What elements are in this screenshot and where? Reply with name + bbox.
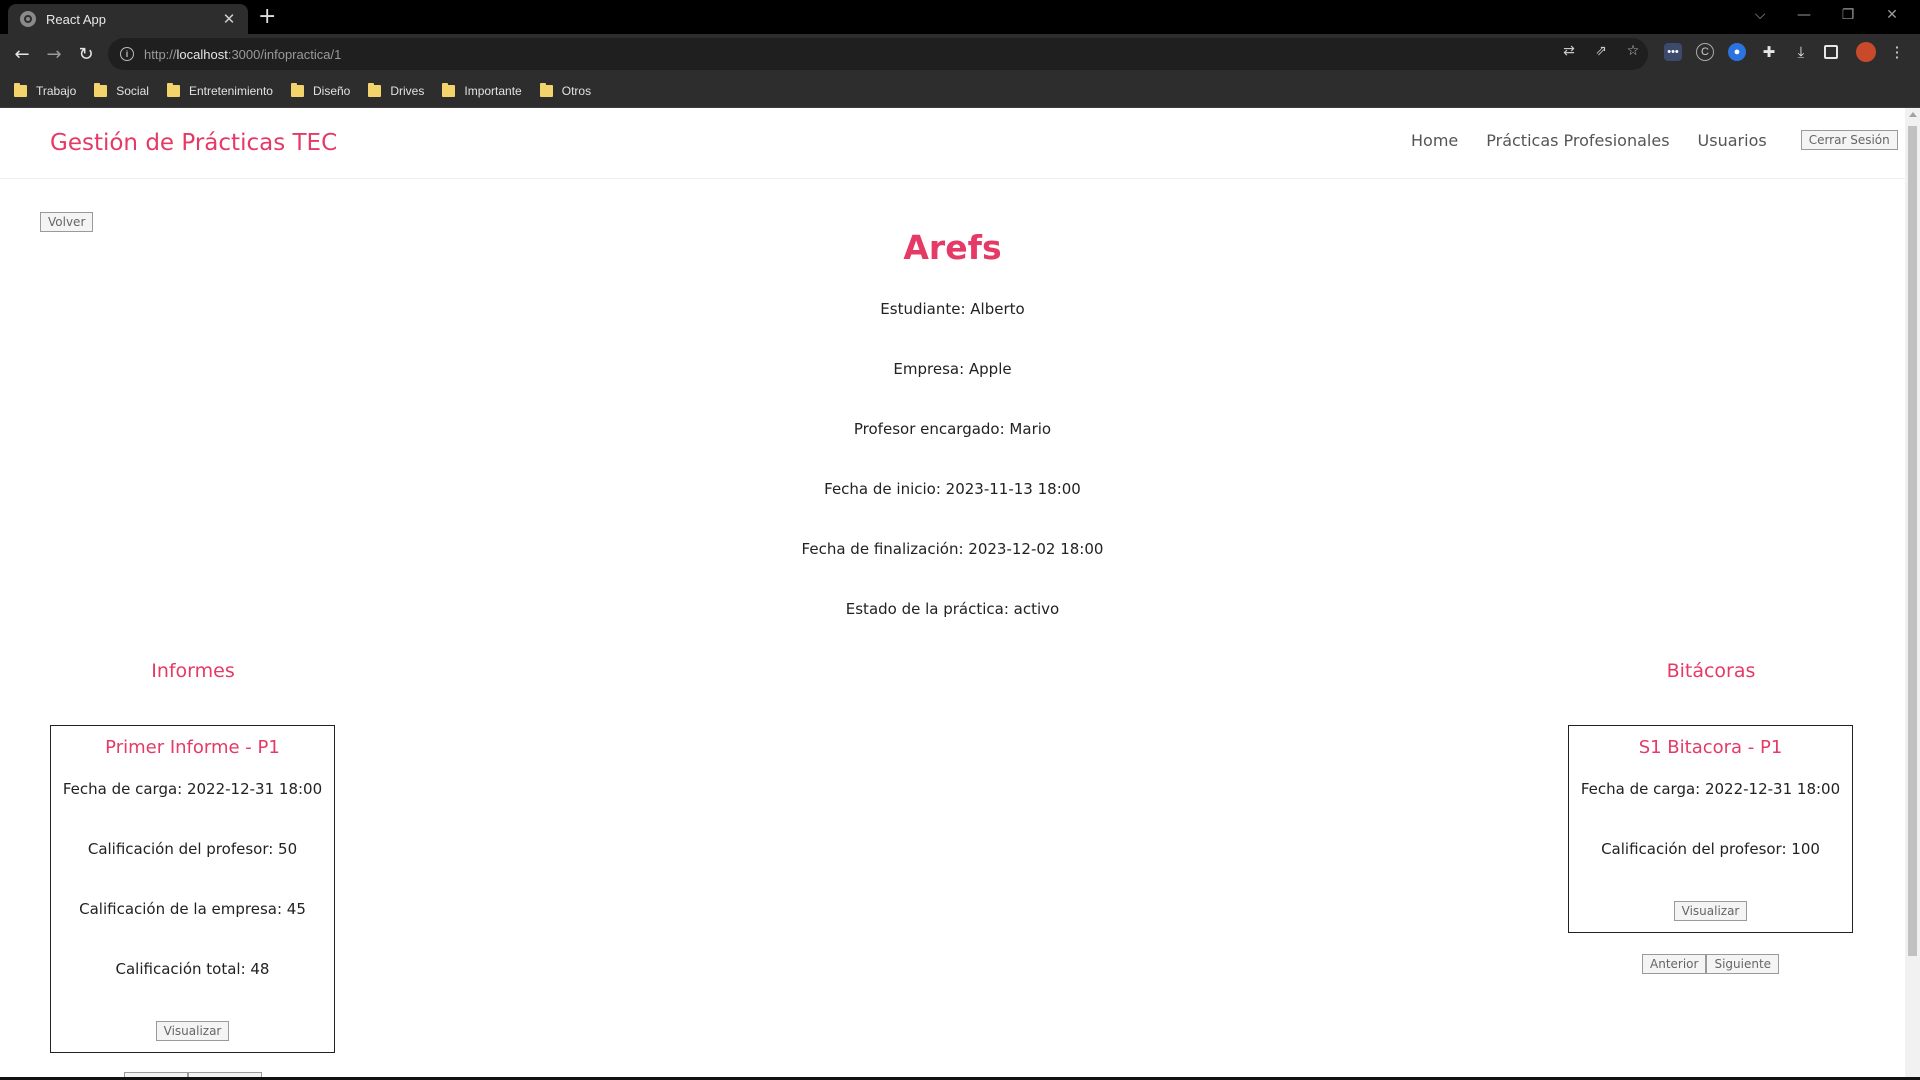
minimize-icon[interactable]: — <box>1782 0 1826 30</box>
logout-button[interactable]: Cerrar Sesión <box>1800 130 1898 150</box>
start-date-info: Fecha de inicio: 2023-11-13 18:00 <box>824 480 1081 498</box>
bitacora-view-button[interactable]: Visualizar <box>1673 901 1748 921</box>
extension-dots-icon[interactable]: ••• <box>1664 43 1682 61</box>
main-nav: Home Prácticas Profesionales Usuarios Ce… <box>1411 130 1898 150</box>
forward-arrow-icon[interactable]: → <box>40 40 68 68</box>
side-panel-icon[interactable] <box>1824 45 1838 59</box>
page-content: Gestión de Prácticas TEC Home Prácticas … <box>0 108 1905 1078</box>
browser-tab-bar: React App ✕ + ⌵ — ❐ ✕ <box>0 0 1920 34</box>
bitacoras-prev-button[interactable]: Anterior <box>1642 954 1707 974</box>
nav-usuarios[interactable]: Usuarios <box>1698 131 1767 150</box>
tab-title: React App <box>46 11 106 27</box>
informe-upload-date: Fecha de carga: 2022-12-31 18:00 <box>62 780 323 798</box>
bookmark-diseno[interactable]: Diseño <box>290 82 350 98</box>
back-arrow-icon[interactable]: ← <box>8 40 36 68</box>
nav-home[interactable]: Home <box>1411 131 1458 150</box>
informe-company-grade: Calificación de la empresa: 45 <box>79 900 306 918</box>
informe-card: Primer Informe - P1 Fecha de carga: 2022… <box>50 725 335 1053</box>
extension-blue-icon[interactable]: ● <box>1728 43 1746 61</box>
informe-title: Primer Informe - P1 <box>105 737 280 758</box>
informe-total-grade: Calificación total: 48 <box>115 960 270 978</box>
folder-icon <box>290 82 304 97</box>
bookmark-trabajo[interactable]: Trabajo <box>14 82 76 98</box>
folder-icon <box>14 82 27 97</box>
bitacora-professor-grade: Calificación del profesor: 100 <box>1601 840 1820 858</box>
extensions-puzzle-icon[interactable]: ✚ <box>1760 43 1778 61</box>
bitacora-card: S1 Bitacora - P1 Fecha de carga: 2022-12… <box>1568 725 1853 933</box>
tab-close-icon[interactable]: ✕ <box>220 10 238 28</box>
extension-c-icon[interactable]: C <box>1696 43 1714 61</box>
browser-tab[interactable]: React App ✕ <box>8 4 248 34</box>
informes-heading: Informes <box>151 660 235 682</box>
informe-professor-grade: Calificación del profesor: 50 <box>87 840 298 858</box>
profile-avatar[interactable] <box>1856 42 1876 62</box>
bookmark-star-icon[interactable]: ☆ <box>1624 42 1642 60</box>
folder-icon <box>94 82 108 97</box>
address-bar[interactable]: i http://localhost:3000/infopractica/1 <box>108 38 1648 70</box>
close-window-icon[interactable]: ✕ <box>1870 0 1914 30</box>
menu-kebab-icon[interactable]: ⋮ <box>1888 43 1906 61</box>
bookmark-social[interactable]: Social <box>94 82 149 98</box>
professor-info: Profesor encargado: Mario <box>853 420 1052 438</box>
folder-icon <box>539 82 553 97</box>
scroll-up-arrow-icon[interactable] <box>1909 112 1917 117</box>
folder-icon <box>442 82 456 97</box>
bitacoras-pager: Anterior Siguiente <box>1642 954 1780 974</box>
globe-icon <box>20 11 36 27</box>
site-header: Gestión de Prácticas TEC Home Prácticas … <box>0 108 1905 179</box>
bookmark-otros[interactable]: Otros <box>539 82 591 98</box>
folder-icon <box>166 82 180 97</box>
restore-icon[interactable]: ❐ <box>1826 0 1870 30</box>
page-scrollbar[interactable] <box>1905 108 1920 1078</box>
company-info: Empresa: Apple <box>893 360 1012 378</box>
download-icon[interactable]: ⤓ <box>1792 43 1810 61</box>
translate-icon[interactable]: ⇄ <box>1560 42 1578 60</box>
new-tab-button[interactable]: + <box>258 5 276 29</box>
site-brand[interactable]: Gestión de Prácticas TEC <box>50 130 337 156</box>
bookmarks-bar: Trabajo Social Entretenimiento Diseño Dr… <box>0 74 1920 108</box>
status-info: Estado de la práctica: activo <box>845 600 1060 618</box>
site-info-icon[interactable]: i <box>120 47 134 61</box>
bitacora-upload-date: Fecha de carga: 2022-12-31 18:00 <box>1580 780 1841 798</box>
nav-practicas[interactable]: Prácticas Profesionales <box>1486 131 1669 150</box>
reload-icon[interactable]: ↻ <box>72 40 100 68</box>
informe-view-button[interactable]: Visualizar <box>155 1021 230 1041</box>
bookmark-importante[interactable]: Importante <box>442 82 522 98</box>
bookmark-drives[interactable]: Drives <box>368 82 424 98</box>
folder-icon <box>368 82 382 97</box>
bitacoras-heading: Bitácoras <box>1666 660 1756 682</box>
tab-search-icon[interactable]: ⌵ <box>1738 0 1782 30</box>
bookmark-entretenimiento[interactable]: Entretenimiento <box>166 82 273 98</box>
scrollbar-thumb[interactable] <box>1908 126 1917 956</box>
browser-toolbar: ← → ↻ i http://localhost:3000/infopracti… <box>0 34 1920 74</box>
end-date-info: Fecha de finalización: 2023-12-02 18:00 <box>801 540 1104 558</box>
bitacoras-next-button[interactable]: Siguiente <box>1706 954 1780 974</box>
url-text: http://localhost:3000/infopractica/1 <box>144 46 342 62</box>
bitacora-title: S1 Bitacora - P1 <box>1638 737 1783 758</box>
practice-title: Arefs <box>903 228 1002 267</box>
student-info: Estudiante: Alberto <box>880 300 1025 318</box>
share-icon[interactable]: ⇗ <box>1592 42 1610 60</box>
